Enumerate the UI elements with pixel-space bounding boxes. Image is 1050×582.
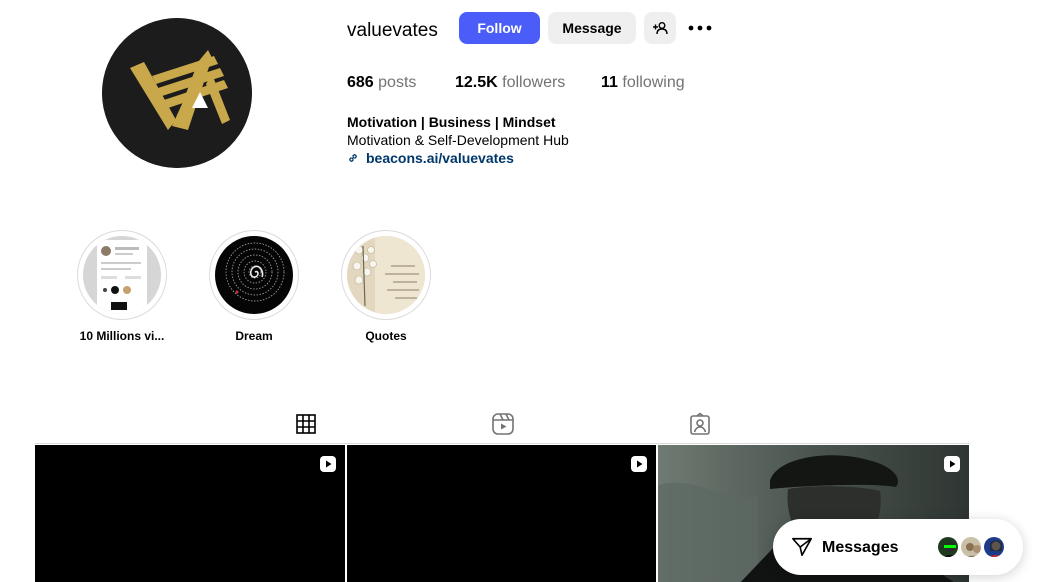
highlight-quotes[interactable]: Quotes [331,230,441,344]
highlight-cover [347,236,425,314]
highlight-ring [209,230,299,320]
more-options-button[interactable] [686,12,714,44]
post-tile[interactable] [35,445,345,582]
bio-link-text: beacons.ai/valuevates [366,150,514,166]
avatar [959,535,983,559]
logo-va-icon [102,18,252,168]
following-link[interactable]: 11 following [601,73,685,93]
suggest-users-button[interactable] [644,12,676,44]
highlight-label: Quotes [365,329,407,343]
bio-link[interactable]: beacons.ai/valuevates [347,149,514,167]
reel-icon [944,456,960,472]
followers-link[interactable]: 12.5K followers [455,73,565,93]
highlight-cover [83,236,161,314]
highlight-ring [77,230,167,320]
post-tile[interactable] [347,445,656,582]
reel-icon [631,456,647,472]
message-button[interactable]: Message [548,12,636,44]
tabs-divider [35,443,969,444]
posts-count: 686 posts [347,74,417,91]
bio-description: Motivation & Self-Development Hub [347,132,569,148]
avatar [936,535,960,559]
profile-avatar[interactable] [102,18,252,168]
tab-tagged[interactable] [668,405,732,443]
tab-reels[interactable] [471,405,535,443]
highlight-label: Dream [235,329,273,343]
ellipsis-icon [688,25,712,31]
follow-button[interactable]: Follow [459,12,540,44]
link-icon [347,152,359,164]
highlight-cover [215,236,293,314]
send-icon [792,537,812,557]
grid-icon [296,414,316,434]
highlight-10-millions[interactable]: 10 Millions vi... [67,230,177,344]
messages-label: Messages [822,539,899,556]
highlight-dream[interactable]: Dream [199,230,309,344]
highlight-label: 10 Millions vi... [79,329,165,343]
bio-name: Motivation | Business | Mindset [347,114,556,130]
reel-icon [320,456,336,472]
tagged-icon [690,412,710,435]
tab-posts[interactable] [274,405,338,444]
highlight-ring [341,230,431,320]
messages-bar[interactable]: Messages [773,519,1023,575]
reels-icon [492,413,514,435]
profile-username: valuevates [347,20,438,41]
person-plus-icon [653,22,668,35]
avatar [982,535,1006,559]
